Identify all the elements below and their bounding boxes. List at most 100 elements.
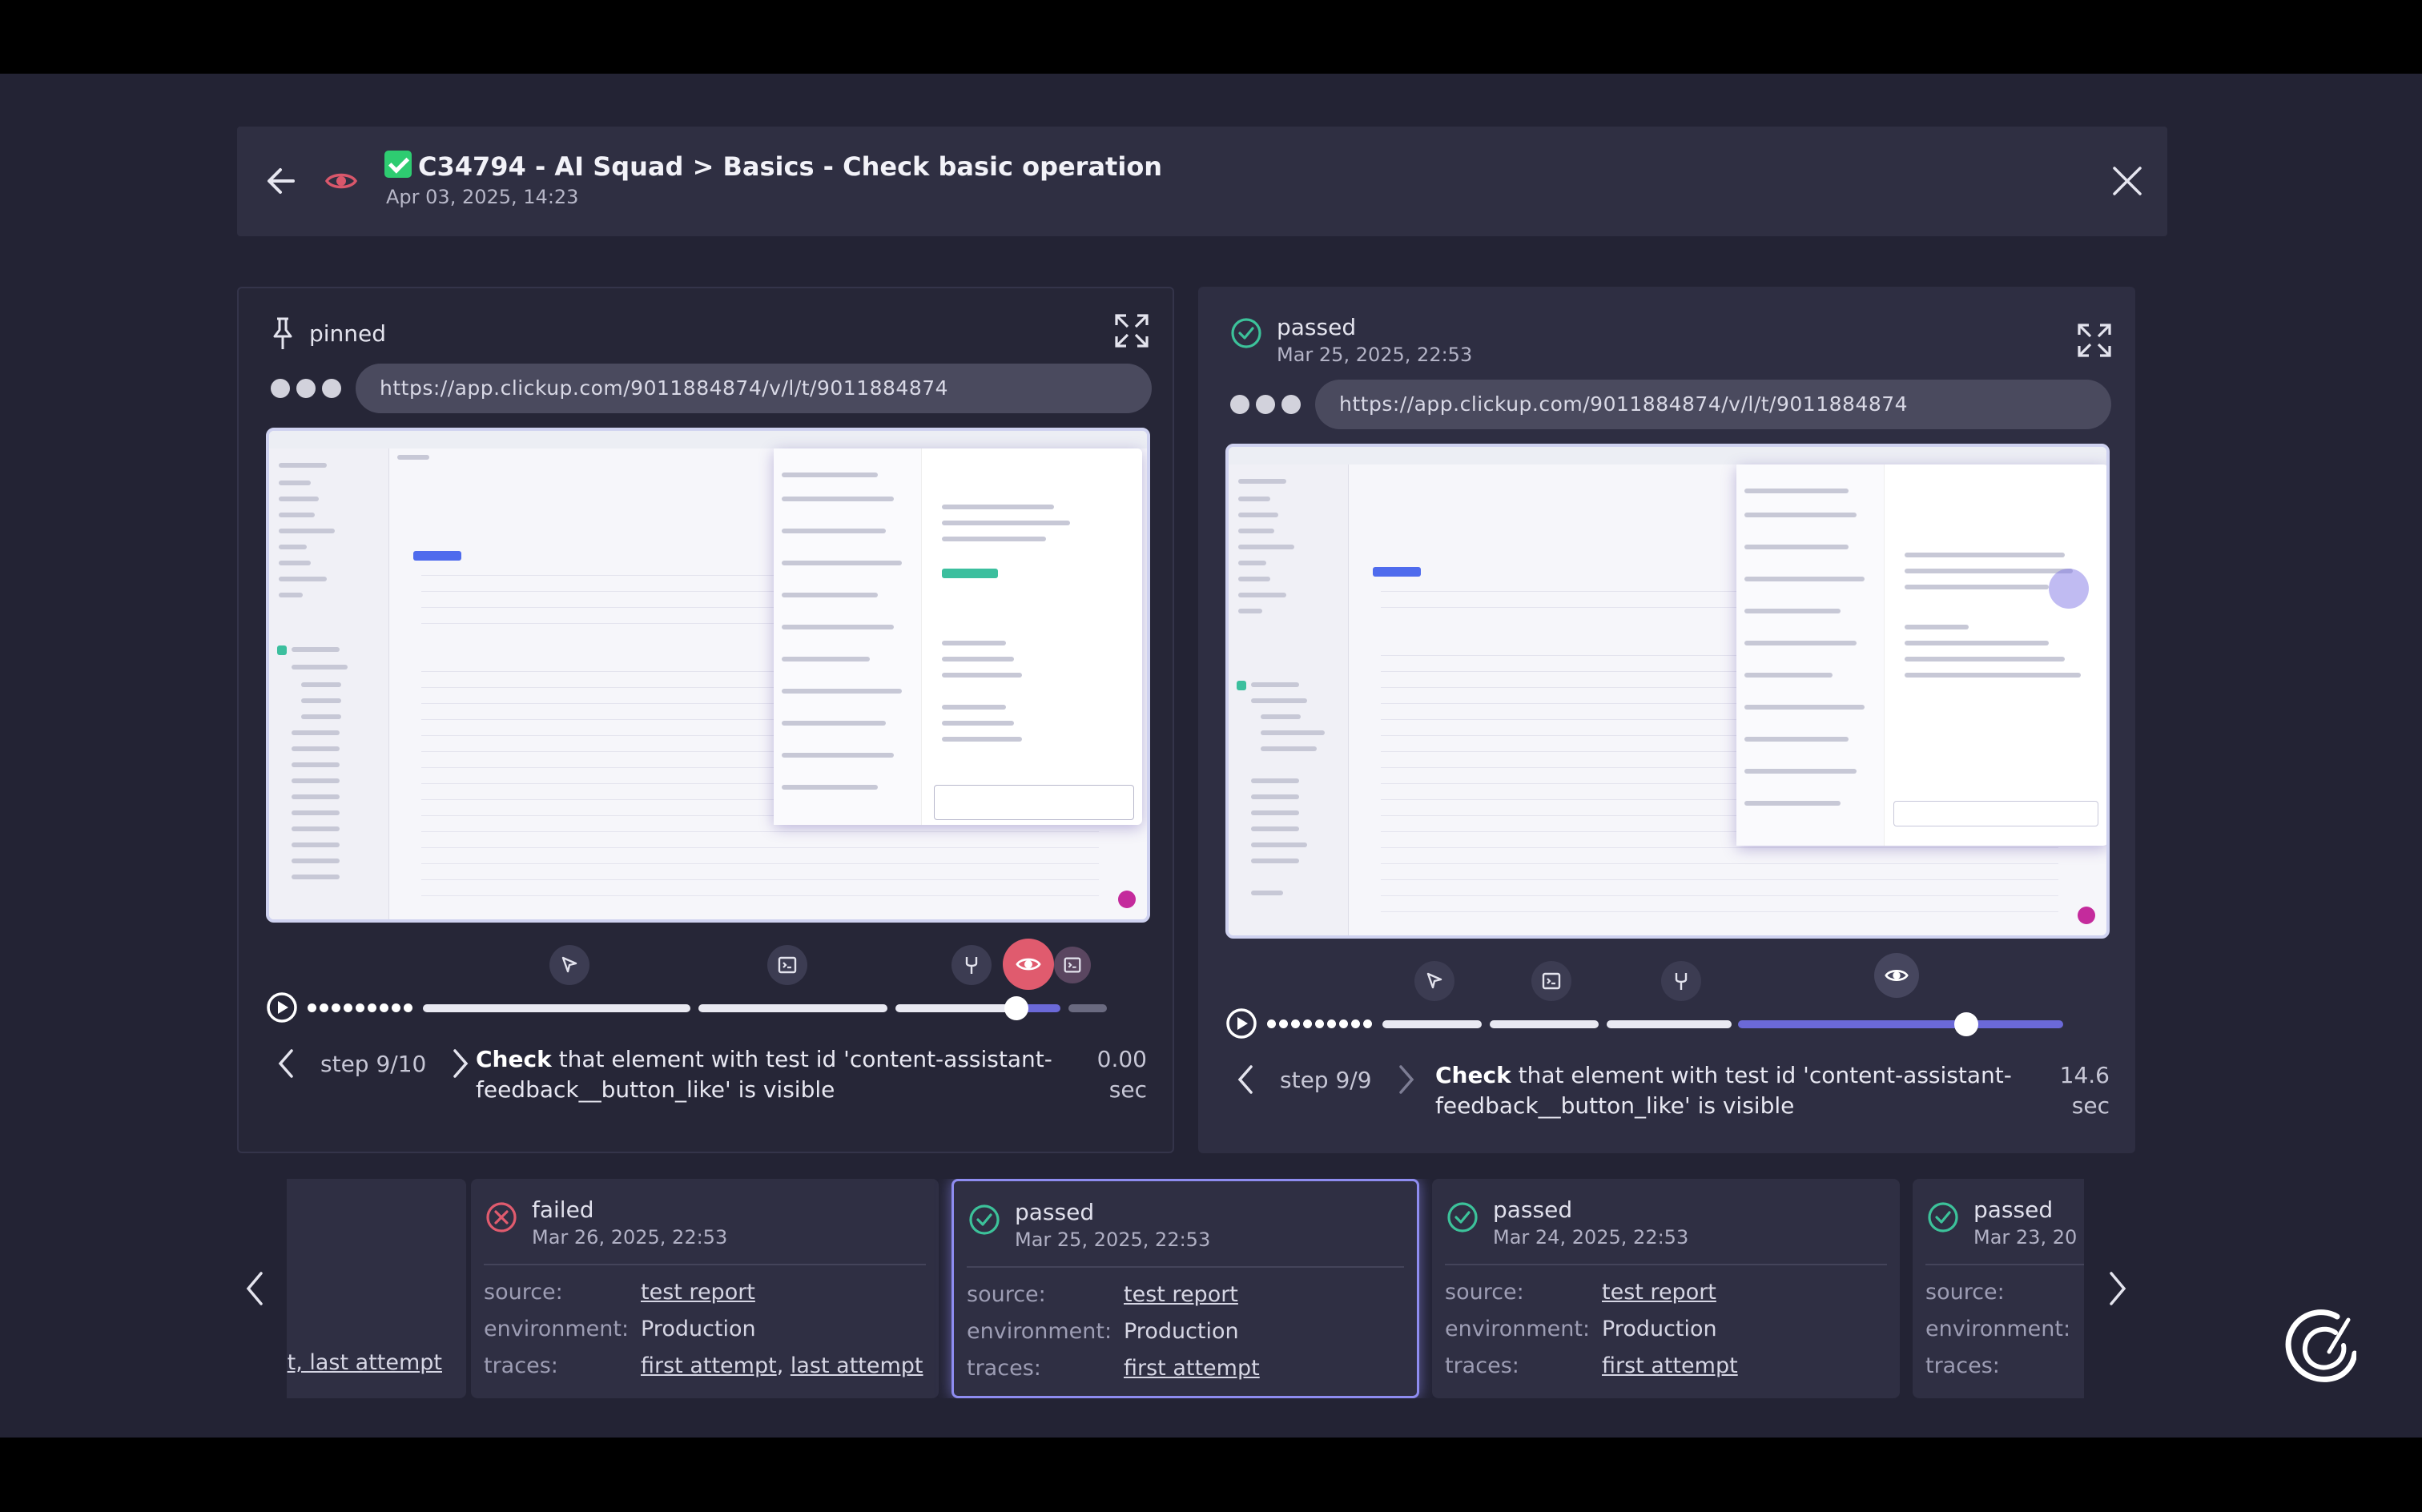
- run-history-carousel: t, last attempt failed Mar 26, 2025, 22:…: [287, 1179, 2084, 1398]
- eye-step-icon[interactable]: [1003, 939, 1054, 990]
- step-navigator: step 9/10: [271, 1044, 476, 1083]
- step-verb: Check: [1435, 1062, 1511, 1088]
- url-field[interactable]: https://app.clickup.com/9011884874/v/l/t…: [1315, 380, 2111, 429]
- step-text: that element with test id 'content-assis…: [1435, 1062, 2012, 1119]
- run-traces: t, last attempt: [287, 1350, 466, 1375]
- environment-label: environment:: [1445, 1317, 1591, 1341]
- source-link[interactable]: test report: [1124, 1282, 1238, 1307]
- terminal-icon[interactable]: [767, 945, 807, 985]
- panel-status-date: Mar 25, 2025, 22:53: [1277, 344, 1473, 366]
- window-dots: [1230, 395, 1315, 414]
- step-screenshot[interactable]: [1225, 444, 2110, 939]
- run-card[interactable]: passed Mar 24, 2025, 22:53 source: test …: [1432, 1179, 1900, 1398]
- run-card[interactable]: failed Mar 26, 2025, 22:53 source: test …: [471, 1179, 939, 1398]
- step-segment-pending[interactable]: [1068, 1004, 1107, 1012]
- run-status-label: passed: [1015, 1199, 1095, 1225]
- step-segment[interactable]: [1490, 1020, 1599, 1028]
- run-status-label: failed: [532, 1196, 594, 1223]
- run-date: Mar 23, 20: [1973, 1226, 2078, 1249]
- divider: [1925, 1264, 2084, 1265]
- top-letterbox: [0, 0, 2422, 74]
- step-counter: step 9/10: [320, 1050, 427, 1077]
- panel-status: passed Mar 25, 2025, 22:53: [1230, 314, 1472, 366]
- eye-step-icon[interactable]: [1874, 953, 1919, 998]
- run-traces: first attempt, last attempt: [641, 1353, 923, 1378]
- x-circle-icon: [486, 1202, 517, 1233]
- run-card[interactable]: t, last attempt: [287, 1179, 466, 1398]
- chevron-left-icon[interactable]: [239, 1269, 271, 1309]
- run-status: passed Mar 23, 20: [1927, 1196, 2077, 1249]
- cursor-icon[interactable]: [1414, 961, 1454, 1001]
- check-emoji-icon: [384, 151, 412, 178]
- step-duration-unit: sec: [1108, 1076, 1147, 1103]
- step-timeline[interactable]: [1225, 948, 2114, 1044]
- step-verb: Check: [476, 1046, 552, 1072]
- chevron-left-icon[interactable]: [271, 1044, 303, 1083]
- traces-label: traces:: [1925, 1353, 2000, 1378]
- chevron-right-icon[interactable]: [2102, 1269, 2134, 1309]
- source-label: source:: [1925, 1280, 2005, 1305]
- fork-icon[interactable]: [952, 945, 992, 985]
- page-date: Apr 03, 2025, 14:23: [386, 186, 579, 208]
- window-dots: [271, 379, 356, 398]
- step-segment[interactable]: [423, 1004, 690, 1012]
- check-circle-icon: [969, 1204, 1000, 1235]
- cursor-icon[interactable]: [549, 945, 589, 985]
- step-duration: 0.00 sec: [1097, 1044, 1147, 1105]
- trace-link[interactable]: first attempt: [1124, 1356, 1260, 1381]
- run-source: test report: [1124, 1282, 1238, 1307]
- environment-label: environment:: [967, 1319, 1112, 1344]
- run-traces: first attempt: [1602, 1353, 1738, 1378]
- url-field[interactable]: https://app.clickup.com/9011884874/v/l/t…: [356, 364, 1152, 413]
- terminal-icon[interactable]: [1054, 947, 1091, 983]
- run-status: passed Mar 25, 2025, 22:53: [968, 1199, 1210, 1251]
- back-arrow-icon[interactable]: [261, 160, 303, 202]
- timeline-scrubber[interactable]: [1954, 1012, 1978, 1036]
- run-source: test report: [1602, 1280, 1716, 1305]
- run-status: passed Mar 24, 2025, 22:53: [1446, 1196, 1688, 1249]
- source-link[interactable]: test report: [641, 1280, 755, 1305]
- source-link[interactable]: test report: [1602, 1280, 1716, 1305]
- panel-status: pinned: [271, 316, 386, 351]
- traces-label: traces:: [484, 1353, 558, 1378]
- page-title: C34794 - AI Squad > Basics - Check basic…: [384, 151, 1162, 182]
- trace-link[interactable]: last attempt: [791, 1353, 923, 1378]
- close-icon[interactable]: [2110, 163, 2145, 199]
- traces-label: traces:: [967, 1356, 1041, 1381]
- step-segment[interactable]: [895, 1004, 1019, 1012]
- run-environment: Production: [641, 1317, 756, 1341]
- timeline-scrubber[interactable]: [1004, 996, 1028, 1020]
- trace-link[interactable]: first attempt: [641, 1353, 777, 1378]
- play-icon[interactable]: [1225, 1007, 1257, 1040]
- run-card-selected[interactable]: passed Mar 25, 2025, 22:53 source: test …: [952, 1179, 1419, 1398]
- terminal-icon[interactable]: [1531, 961, 1571, 1001]
- run-card[interactable]: passed Mar 23, 20 source: environment: t…: [1913, 1179, 2084, 1398]
- divider: [1445, 1264, 1887, 1265]
- step-timeline[interactable]: [266, 932, 1155, 1028]
- browser-url-bar: https://app.clickup.com/9011884874/v/l/t…: [1230, 380, 2111, 429]
- step-segment[interactable]: [1607, 1020, 1732, 1028]
- traces-label: traces:: [1445, 1353, 1519, 1378]
- step-segment[interactable]: [698, 1004, 887, 1012]
- check-circle-icon: [1231, 318, 1261, 348]
- chevron-right-icon[interactable]: [1390, 1060, 1422, 1099]
- step-duration-value: 14.6: [2059, 1062, 2110, 1088]
- expand-icon[interactable]: [2076, 322, 2113, 359]
- step-segment-current[interactable]: [1738, 1020, 2063, 1028]
- panel-status-label: pinned: [309, 320, 387, 347]
- trace-link[interactable]: first attempt: [1602, 1353, 1738, 1378]
- run-environment: Production: [1124, 1319, 1239, 1344]
- chevron-left-icon[interactable]: [1230, 1060, 1262, 1099]
- fork-icon[interactable]: [1661, 961, 1701, 1001]
- step-duration-unit: sec: [2071, 1092, 2110, 1119]
- expand-icon[interactable]: [1113, 312, 1150, 349]
- step-screenshot[interactable]: [266, 428, 1150, 923]
- environment-label: environment:: [1925, 1317, 2071, 1341]
- eye-icon[interactable]: [324, 163, 359, 199]
- play-icon[interactable]: [266, 991, 298, 1023]
- chevron-right-icon[interactable]: [444, 1044, 476, 1083]
- step-segment[interactable]: [1382, 1020, 1482, 1028]
- check-circle-icon: [1447, 1202, 1478, 1233]
- step-description: Check that element with test id 'content…: [1435, 1060, 2012, 1121]
- trace-link[interactable]: t, last attempt: [288, 1350, 442, 1375]
